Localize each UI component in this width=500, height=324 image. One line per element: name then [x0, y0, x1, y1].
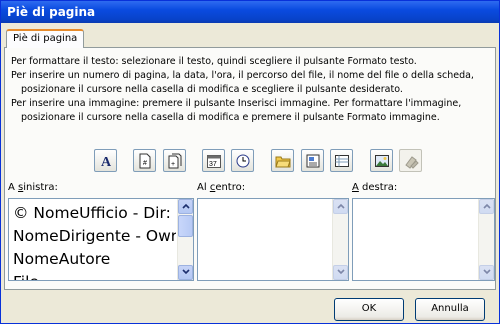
window-title: Piè di pagina [7, 5, 96, 19]
right-section-input[interactable] [352, 198, 495, 281]
ok-button[interactable]: OK [334, 298, 404, 321]
format-text-icon: A [98, 153, 114, 169]
chevron-up-icon [482, 201, 491, 212]
date-button[interactable]: 37 [202, 149, 225, 172]
sheet-name-icon [334, 153, 350, 169]
page-number-icon: # [137, 153, 153, 169]
dialog-window: Piè di pagina Piè di pagina Per formatta… [0, 0, 500, 324]
format-picture-icon [403, 153, 419, 169]
instruction-line: Per formattare il testo: selezionare il … [11, 56, 417, 67]
sheet-name-button[interactable] [330, 149, 353, 172]
chevron-down-icon [482, 267, 491, 278]
text-line: File... [13, 271, 176, 280]
svg-text:#: # [143, 160, 147, 167]
scroll-down-button[interactable] [178, 265, 193, 280]
svg-text:+: + [171, 161, 175, 168]
scroll-up-button[interactable] [178, 199, 193, 214]
scroll-down-button[interactable] [333, 265, 348, 280]
file-name-icon [305, 153, 321, 169]
file-name-button[interactable] [301, 149, 324, 172]
file-path-icon [274, 153, 291, 169]
text-line: © NomeUfficio - Dir: [13, 204, 171, 222]
instruction-line: posizionare il cursore nella casella di … [21, 84, 403, 95]
file-path-button[interactable] [271, 149, 294, 172]
center-scrollbar[interactable] [332, 199, 348, 280]
svg-text:37: 37 [209, 161, 217, 168]
chevron-up-icon [336, 201, 345, 212]
left-section-text: © NomeUfficio - Dir: NomeDirigente - Owr… [13, 202, 176, 280]
insert-picture-button[interactable] [370, 149, 393, 172]
tab-label: Piè di pagina [13, 33, 78, 44]
date-icon: 37 [206, 153, 222, 169]
instruction-line: Per inserire una immagine: premere il pu… [11, 98, 462, 109]
tab-footer[interactable]: Piè di pagina [6, 29, 84, 48]
title-bar: Piè di pagina [1, 1, 499, 23]
chevron-up-icon [181, 201, 190, 212]
right-section-label: A destra: [352, 182, 398, 193]
format-picture-button[interactable] [399, 149, 422, 172]
cancel-button[interactable]: Annulla [415, 298, 485, 321]
center-section-input[interactable] [197, 198, 349, 281]
instruction-line: Per inserire un numero di pagina, la dat… [11, 70, 474, 81]
scroll-up-button[interactable] [333, 199, 348, 214]
center-section-label: Al centro: [197, 182, 246, 193]
format-text-button[interactable]: A [94, 149, 117, 172]
text-line: NomeAutore [13, 250, 111, 268]
left-section-label: A sinistra: [8, 182, 58, 193]
left-section-input[interactable]: © NomeUfficio - Dir: NomeDirigente - Owr… [8, 198, 194, 281]
svg-text:A: A [101, 155, 112, 169]
right-scrollbar[interactable] [478, 199, 494, 280]
scroll-down-button[interactable] [479, 265, 494, 280]
page-count-button[interactable]: + [163, 149, 186, 172]
instruction-line: posizionare il cursore nella casella di … [21, 112, 440, 123]
chevron-down-icon [336, 267, 345, 278]
insert-picture-icon [374, 153, 390, 169]
time-icon [235, 153, 251, 169]
chevron-down-icon [181, 267, 190, 278]
page-count-icon: + [167, 153, 183, 169]
scroll-thumb[interactable] [178, 215, 193, 237]
instructions: Per formattare il testo: selezionare il … [11, 55, 491, 125]
time-button[interactable] [231, 149, 254, 172]
left-scrollbar[interactable] [177, 199, 193, 280]
text-line: NomeDirigente - Owr [13, 227, 176, 245]
scroll-up-button[interactable] [479, 199, 494, 214]
page-number-button[interactable]: # [133, 149, 156, 172]
